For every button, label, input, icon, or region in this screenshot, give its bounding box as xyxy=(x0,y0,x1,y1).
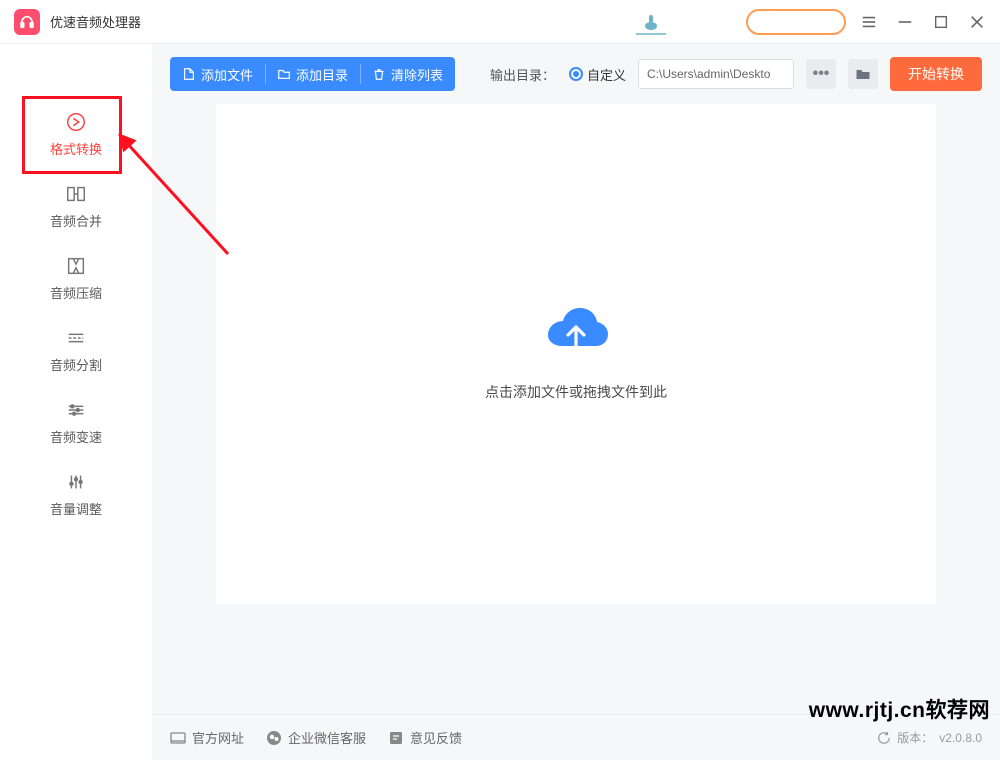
wechat-support-link[interactable]: 企业微信客服 xyxy=(266,728,366,747)
volume-icon xyxy=(65,471,87,493)
output-option-label: 自定义 xyxy=(587,65,626,84)
compress-icon xyxy=(65,255,87,277)
add-folder-label: 添加目录 xyxy=(296,65,348,84)
sidebar-item-format-convert[interactable]: 格式转换 xyxy=(0,100,152,168)
app-title: 优速音频处理器 xyxy=(50,12,141,31)
merge-icon xyxy=(65,183,87,205)
sidebar-item-speed[interactable]: 音频变速 xyxy=(0,388,152,456)
close-icon[interactable] xyxy=(968,13,986,31)
minimize-icon[interactable] xyxy=(896,13,914,31)
clear-list-label: 清除列表 xyxy=(391,65,443,84)
start-label: 开始转换 xyxy=(908,64,964,84)
app-logo-icon xyxy=(14,9,40,35)
feedback-icon xyxy=(388,730,404,746)
open-folder-button[interactable] xyxy=(848,59,878,89)
sidebar-item-label: 音频合并 xyxy=(50,211,102,230)
sidebar-item-volume[interactable]: 音量调整 xyxy=(0,460,152,528)
add-folder-button[interactable]: 添加目录 xyxy=(265,57,360,91)
sidebar-item-label: 音频变速 xyxy=(50,427,102,446)
feedback-link[interactable]: 意见反馈 xyxy=(388,728,462,747)
ellipsis-icon: ••• xyxy=(813,65,830,83)
folder-icon xyxy=(855,66,871,82)
split-icon xyxy=(65,327,87,349)
sidebar: 格式转换 音频合并 音频压缩 音频分割 音频变速 音量调整 xyxy=(0,44,152,760)
site-icon xyxy=(170,730,186,746)
official-site-link[interactable]: 官方网址 xyxy=(170,728,244,747)
sidebar-item-merge[interactable]: 音频合并 xyxy=(0,172,152,240)
start-convert-button[interactable]: 开始转换 xyxy=(890,57,982,91)
add-file-button[interactable]: 添加文件 xyxy=(170,57,265,91)
main-panel: 添加文件 添加目录 清除列表 输出目录： 自定义 C:\Users\admin\… xyxy=(152,44,1000,760)
output-dir-label: 输出目录： xyxy=(490,65,555,84)
convert-icon xyxy=(65,111,87,133)
maximize-icon[interactable] xyxy=(932,13,950,31)
wechat-icon xyxy=(266,730,282,746)
sidebar-item-label: 音频分割 xyxy=(50,355,102,374)
drop-zone-text: 点击添加文件或拖拽文件到此 xyxy=(485,382,667,402)
promo-pill[interactable] xyxy=(746,9,846,35)
sidebar-item-label: 格式转换 xyxy=(50,139,102,158)
toolbar: 添加文件 添加目录 清除列表 输出目录： 自定义 C:\Users\admin\… xyxy=(152,44,1000,104)
watermark-text: www.rjtj.cn软荐网 xyxy=(809,694,990,724)
add-file-label: 添加文件 xyxy=(201,65,253,84)
sidebar-item-label: 音频压缩 xyxy=(50,283,102,302)
cloud-upload-icon xyxy=(540,306,612,360)
hamburger-icon[interactable] xyxy=(860,13,878,31)
output-custom-radio[interactable]: 自定义 xyxy=(567,65,626,84)
drop-zone[interactable]: 点击添加文件或拖拽文件到此 xyxy=(216,104,936,604)
titlebar: 优速音频处理器 xyxy=(0,0,1000,44)
clear-list-button[interactable]: 清除列表 xyxy=(360,57,455,91)
refresh-icon xyxy=(877,731,891,745)
version-info[interactable]: 版本： v2.0.8.0 xyxy=(877,729,982,746)
decoration-blob xyxy=(636,8,666,36)
sidebar-item-compress[interactable]: 音频压缩 xyxy=(0,244,152,312)
output-path-field[interactable]: C:\Users\admin\Deskto xyxy=(638,59,794,89)
sidebar-item-split[interactable]: 音频分割 xyxy=(0,316,152,384)
more-button[interactable]: ••• xyxy=(806,59,836,89)
sidebar-item-label: 音量调整 xyxy=(50,499,102,518)
speed-icon xyxy=(65,399,87,421)
radio-checked-icon xyxy=(569,67,583,81)
